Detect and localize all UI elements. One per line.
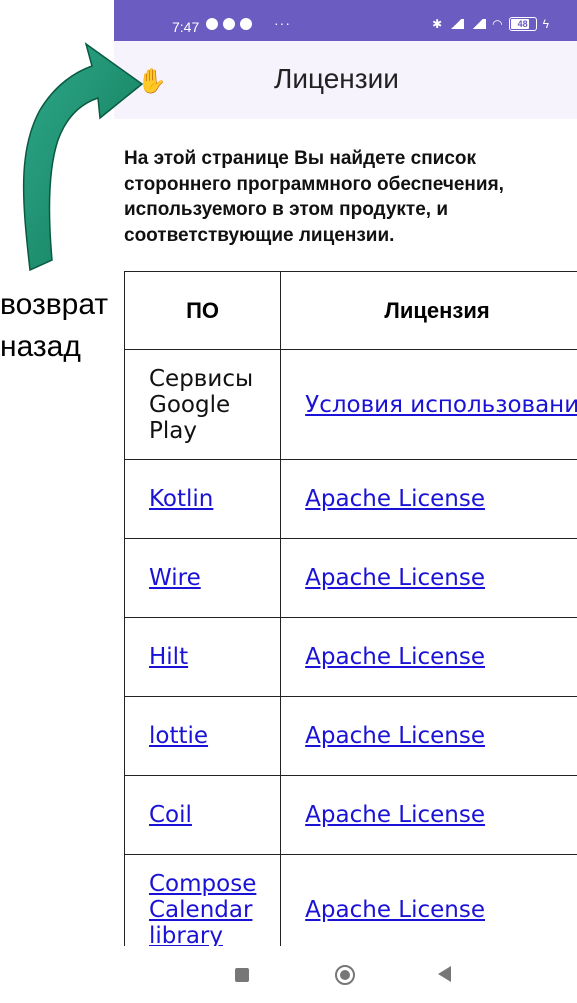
software-link[interactable]: Hilt	[149, 644, 188, 670]
licenses-table: ПО Лицензия Сервисы Google Play Условия …	[123, 271, 577, 965]
table-row: Hilt Apache License	[123, 617, 577, 697]
software-cell: Coil	[123, 775, 282, 855]
table-row: Wire Apache License	[123, 538, 577, 618]
license-link[interactable]: Apache License	[305, 644, 485, 670]
charging-icon: ϟ	[542, 17, 549, 31]
status-system-icons: ✱ ◠ 48 ϟ	[432, 17, 549, 31]
annotation-line2: назад	[0, 330, 81, 363]
license-cell: Apache License	[280, 617, 577, 697]
status-time: 7:47	[172, 19, 200, 35]
battery-icon: 48	[508, 17, 537, 31]
phone-screen: 7:47 ··· ✱ ◠ 48 ϟ ✋ Лицензии На этой стр…	[114, 0, 577, 1003]
page-title: Лицензии	[274, 63, 399, 94]
software-link[interactable]: Compose Calendar library	[149, 871, 256, 949]
table-row: lottie Apache License	[123, 696, 577, 776]
license-cell: Apache License	[280, 775, 577, 855]
license-cell: Apache License	[280, 459, 577, 539]
software-name: Сервисы Google Play	[149, 365, 254, 444]
table-row: Kotlin Apache License	[123, 459, 577, 539]
software-link[interactable]: Kotlin	[149, 486, 213, 512]
software-link[interactable]: Wire	[149, 565, 201, 591]
license-link[interactable]: Условия использования	[305, 392, 577, 418]
table-header-row: ПО Лицензия	[123, 271, 577, 350]
software-cell: Hilt	[123, 617, 282, 697]
telegram-icon	[206, 18, 218, 30]
software-cell: Wire	[123, 538, 282, 618]
license-cell: Apache License	[280, 538, 577, 618]
bluetooth-icon: ✱	[432, 17, 443, 31]
software-link[interactable]: lottie	[149, 723, 208, 749]
license-link[interactable]: Apache License	[305, 802, 485, 828]
intro-text: На этой странице Вы найдете список сторо…	[124, 148, 504, 246]
signal-icon	[448, 19, 465, 29]
software-link[interactable]: Coil	[149, 802, 192, 828]
green-arrow-annotation	[22, 42, 144, 272]
back-button[interactable]	[438, 966, 451, 982]
battery-level: 48	[517, 19, 528, 29]
table-row: Сервисы Google Play Условия использовани…	[123, 349, 577, 460]
license-link[interactable]: Apache License	[305, 723, 485, 749]
app-bar: ✋ Лицензии	[114, 41, 577, 119]
license-cell: Условия использования	[280, 349, 577, 460]
header-license: Лицензия	[280, 271, 577, 350]
telegram-icon	[223, 18, 235, 30]
license-cell: Apache License	[280, 696, 577, 776]
license-link[interactable]: Apache License	[305, 565, 485, 591]
software-cell: Сервисы Google Play	[123, 349, 282, 460]
table-row: Coil Apache License	[123, 775, 577, 855]
license-link[interactable]: Apache License	[305, 486, 485, 512]
status-notification-icons	[206, 18, 252, 30]
notification-icon	[240, 18, 252, 30]
more-notifications-icon: ···	[274, 15, 291, 31]
license-link[interactable]: Apache License	[305, 897, 485, 923]
status-bar: 7:47 ··· ✱ ◠ 48 ϟ	[114, 0, 577, 41]
software-cell: Kotlin	[123, 459, 282, 539]
recents-button[interactable]	[235, 968, 249, 982]
wifi-icon: ◠	[492, 17, 503, 31]
annotation-label: возврат назад	[0, 284, 108, 368]
system-nav-bar	[114, 946, 577, 1003]
home-button[interactable]	[335, 965, 355, 985]
annotation-line1: возврат	[0, 288, 109, 321]
software-cell: lottie	[123, 696, 282, 776]
signal-icon	[470, 19, 487, 29]
